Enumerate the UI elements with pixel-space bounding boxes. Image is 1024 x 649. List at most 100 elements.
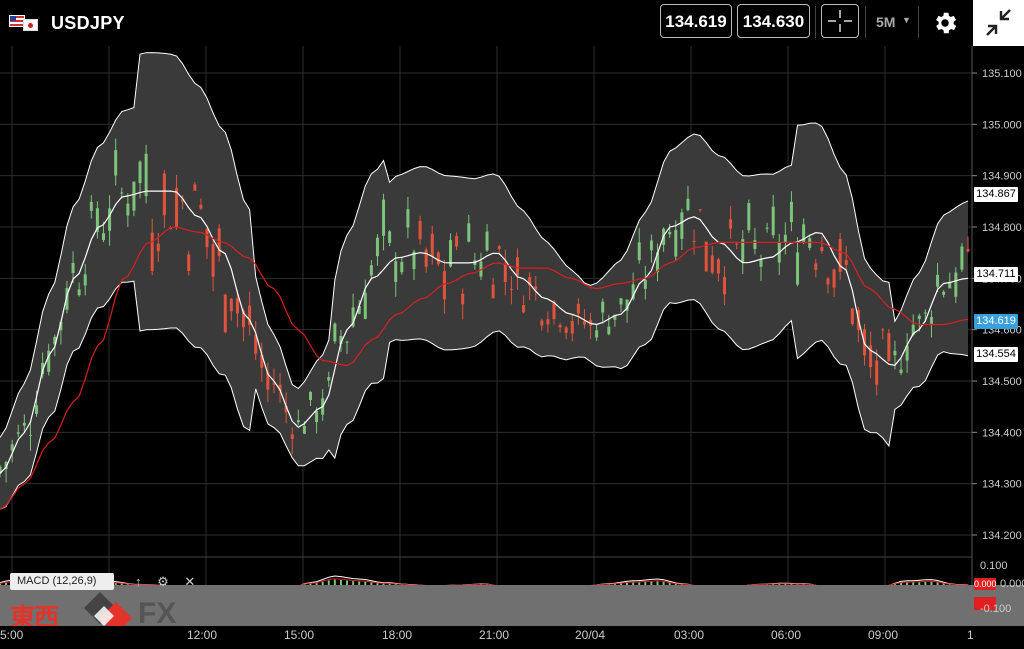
- chart-header: USDJPY 134.619 134.630 5M ▼: [0, 0, 1024, 46]
- time-tick: 5:00: [0, 628, 24, 642]
- last-price-label: 134.619: [974, 314, 1018, 329]
- candle-body: [394, 261, 398, 282]
- candle-body: [302, 425, 306, 434]
- candle-body: [759, 259, 763, 267]
- price-tick-label: 135.100: [982, 68, 1022, 80]
- candle-body: [156, 243, 160, 252]
- time-tick: 12:00: [187, 628, 218, 642]
- candle-body: [936, 274, 940, 287]
- candle-body: [515, 257, 519, 276]
- candle-body: [363, 292, 367, 319]
- candle-body: [558, 324, 562, 328]
- candle-body: [540, 320, 544, 326]
- gear-icon[interactable]: [931, 9, 959, 37]
- candle-body: [114, 150, 118, 176]
- candle-body: [765, 227, 769, 229]
- candle-body: [430, 233, 434, 257]
- candle-body: [35, 405, 39, 414]
- candle-body: [83, 274, 87, 286]
- macd-tick: 0.100: [980, 560, 1008, 572]
- candle-body: [753, 240, 757, 250]
- candle-body: [564, 327, 568, 333]
- candle-body: [491, 284, 495, 299]
- candle-body: [698, 209, 702, 211]
- timeframe-selector[interactable]: 5M: [876, 14, 895, 30]
- candle-body: [388, 231, 392, 243]
- price-tick-label: 135.000: [982, 119, 1022, 131]
- candle-body: [375, 237, 379, 257]
- candle-body: [211, 244, 215, 277]
- mid-band-price-label: 134.711: [974, 267, 1018, 282]
- price-axis: 135.100135.000134.900134.800134.700134.6…: [972, 68, 1022, 542]
- symbol-title[interactable]: USDJPY: [51, 13, 125, 34]
- candle-body: [929, 316, 933, 324]
- candle-body: [345, 341, 349, 343]
- candle-body: [637, 242, 641, 261]
- divider: [865, 6, 866, 38]
- move-up-icon[interactable]: ↑: [135, 574, 142, 589]
- chevron-down-icon[interactable]: ▼: [902, 15, 911, 25]
- crosshair-icon: [828, 10, 852, 32]
- candle-body: [601, 301, 605, 313]
- time-axis: 5:00 12:00 15:00 18:00 21:00 20/04 03:00…: [0, 626, 1024, 649]
- collapse-button[interactable]: [973, 0, 1024, 46]
- candle-body: [467, 223, 471, 242]
- price-chart[interactable]: 135.100135.000134.900134.800134.700134.6…: [0, 46, 1024, 626]
- price-tick-label: 134.300: [982, 479, 1022, 491]
- divider: [815, 6, 816, 38]
- time-tick: 06:00: [771, 628, 802, 642]
- candle-body: [308, 391, 312, 400]
- candle-body: [607, 326, 611, 335]
- price-tick-label: 134.200: [982, 530, 1022, 542]
- close-icon[interactable]: ✕: [184, 574, 195, 589]
- ask-price-button[interactable]: 134.630: [737, 4, 810, 38]
- time-tick: 15:00: [284, 628, 315, 642]
- candle-body: [400, 261, 404, 273]
- collapse-icon: [986, 9, 1011, 36]
- bid-price-button[interactable]: 134.619: [660, 4, 732, 38]
- candle-body: [796, 252, 800, 285]
- time-tick: 1: [967, 628, 974, 642]
- candle-body: [89, 201, 93, 211]
- candle-body: [235, 298, 239, 314]
- candle-body: [966, 249, 970, 252]
- time-tick: 21:00: [479, 628, 510, 642]
- macd-tools: ↑ ⚙ ✕: [135, 574, 195, 590]
- candle-body: [16, 432, 20, 434]
- candle-body: [71, 262, 75, 274]
- candle-body: [735, 243, 739, 245]
- price-tick-label: 134.500: [982, 376, 1022, 388]
- candle-body: [162, 173, 166, 216]
- candle-body: [126, 203, 130, 216]
- candle-body: [808, 238, 812, 248]
- candle-body: [28, 434, 32, 436]
- candle-body: [942, 291, 946, 295]
- candle-body: [503, 264, 507, 282]
- candle-body: [881, 329, 885, 331]
- candle-body: [382, 199, 386, 236]
- time-tick: 09:00: [868, 628, 899, 642]
- candle-body: [789, 201, 793, 223]
- crosshair-button[interactable]: [821, 4, 859, 38]
- candle-body: [205, 228, 209, 248]
- candle-body: [692, 241, 696, 243]
- candle-body: [850, 308, 854, 325]
- candle-body: [844, 260, 848, 265]
- candle-body: [187, 254, 191, 272]
- candle-body: [716, 259, 720, 274]
- candle-body: [315, 410, 319, 423]
- candle-body: [461, 293, 465, 305]
- candle-body: [327, 377, 331, 381]
- candle-body: [619, 298, 623, 305]
- macd-axis: 0.100 0.000 -0.100: [980, 560, 1024, 615]
- candle-body: [101, 233, 105, 241]
- candle-body: [595, 330, 599, 338]
- candle-body: [570, 320, 574, 334]
- candle-body: [22, 422, 26, 426]
- settings-icon[interactable]: ⚙: [157, 574, 169, 589]
- candle-body: [826, 278, 830, 285]
- candle-body: [522, 305, 526, 313]
- candle-body: [710, 255, 714, 273]
- candle-body: [406, 209, 410, 228]
- candle-body: [917, 315, 921, 319]
